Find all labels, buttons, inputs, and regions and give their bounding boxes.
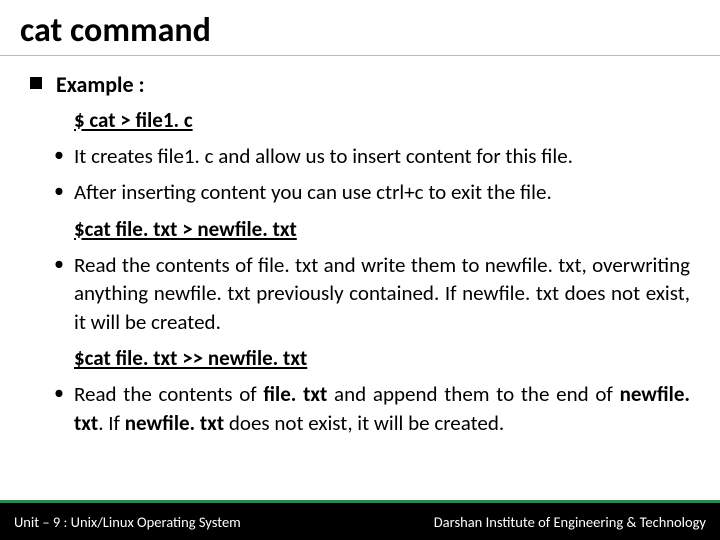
point-4: Read the contents of file. txt and appen… (30, 380, 690, 437)
title-bold: cat (20, 10, 62, 51)
p4-mid2: . If (98, 410, 125, 436)
footer-right: Darshan Institute of Engineering & Techn… (434, 513, 706, 531)
footer: Unit – 9 : Unix/Linux Operating System D… (0, 500, 720, 540)
slide-body: Example : $ cat > file1. c It creates fi… (0, 56, 720, 500)
title-rest: command (62, 10, 211, 51)
command-2: $cat file. txt > newfile. txt (30, 215, 690, 243)
example-heading: Example : (30, 70, 690, 100)
p4-end: does not exist, it will be created. (229, 410, 504, 436)
point-3: Read the contents of file. txt and write… (30, 251, 690, 336)
p4-b3: newfile. txt (125, 410, 229, 436)
p4-mid1: and append them to the end of (334, 381, 620, 407)
point-1: It creates file1. c and allow us to inse… (30, 142, 690, 170)
command-1: $ cat > file1. c (30, 106, 690, 134)
point-2: After inserting content you can use ctrl… (30, 178, 690, 206)
slide: cat command Example : $ cat > file1. c I… (0, 0, 720, 540)
title-area: cat command (0, 0, 720, 56)
command-3: $cat file. txt >> newfile. txt (30, 344, 690, 372)
p4-b1: file. txt (263, 381, 334, 407)
footer-left: Unit – 9 : Unix/Linux Operating System (14, 513, 241, 531)
page-title: cat command (20, 10, 700, 51)
p4-pre: Read the contents of (74, 381, 263, 407)
